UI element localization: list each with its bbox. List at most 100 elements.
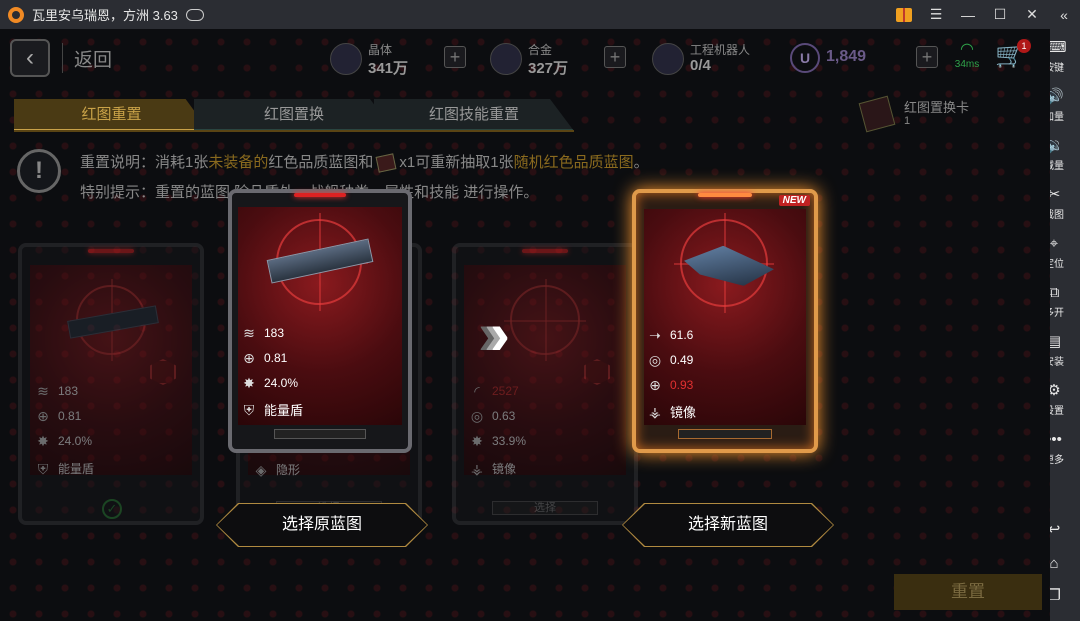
minimize-button[interactable]: — — [952, 0, 984, 29]
info-text: 。 — [633, 154, 649, 171]
shield-icon: ⛨ — [37, 460, 49, 477]
minimize-icon: — — [961, 6, 975, 23]
stealth-icon: ◈ — [255, 461, 267, 478]
hp-icon: ≋ — [37, 383, 49, 399]
tab-underline — [14, 130, 574, 132]
resource-value: 0/4 — [690, 57, 711, 74]
resource-name: 工程机器人 — [690, 43, 751, 57]
stat-crit: ✸ 33.9% — [468, 433, 526, 449]
stat-value: 0.81 — [264, 351, 288, 365]
menu-button[interactable]: ☰ — [920, 0, 952, 29]
resource-crystal: 晶体 341万 — [330, 39, 450, 79]
wifi-icon: ◠ — [960, 41, 974, 58]
close-icon: ✕ — [1026, 6, 1038, 22]
stat-value: 183 — [58, 384, 79, 398]
missile-icon: ✸ — [37, 433, 49, 449]
stat-value: 0.49 — [670, 353, 694, 367]
blueprint-card-icon — [858, 95, 896, 133]
stat-skill: ⛨ 能量盾 — [34, 460, 94, 477]
back-button[interactable]: ‹ — [10, 39, 50, 77]
stat-range: ◎ 0.63 — [468, 408, 515, 424]
arrow-right-icon: ➝ — [649, 327, 661, 343]
window-title: 瓦里安乌瑞恩，方洲 3.63 — [32, 8, 178, 23]
stat-speed: ◜ 2527 — [468, 383, 519, 399]
add-u-currency-button[interactable]: + — [916, 46, 938, 68]
tab-bar: 红图重置 红图置换 红图技能重置 — [14, 99, 574, 131]
card-rarity-bar — [88, 249, 134, 253]
tab-red-reset[interactable]: 红图重置 — [14, 99, 209, 131]
ping-value: 34ms — [954, 59, 980, 70]
stat-value: 镜像 — [492, 462, 517, 476]
emulator-titlebar: 瓦里安乌瑞恩，方洲 3.63 ☰ — ☐ ✕ « — [0, 0, 1080, 29]
info-highlight: 随机红色品质蓝图 — [513, 154, 634, 171]
stat-value: 24.0% — [58, 434, 93, 448]
select-new-button[interactable]: 选择新蓝图 — [622, 503, 834, 547]
crosshair-icon: ⊕ — [649, 377, 661, 393]
gear-ring-icon: ◎ — [648, 352, 662, 368]
card-rarity-bar — [698, 193, 752, 197]
stat-skill: ⚶ 镜像 — [646, 402, 696, 421]
swap-card-count: 1 — [904, 115, 911, 127]
robot-icon — [652, 43, 684, 75]
gamepad-icon[interactable] — [185, 8, 204, 21]
original-blueprint-card[interactable]: ≋ 183 ⊕ 0.81 ✸ 24.0% ⛨ 能量盾 — [228, 189, 412, 453]
card-face: ≋ 183 ⊕ 0.81 ✸ 24.0% ⛨ 能量盾 — [238, 207, 402, 425]
card-face: ◜ 2527 ◎ 0.63 ✸ 33.9% ⚶ 镜像 — [464, 265, 626, 477]
add-crystal-button[interactable]: + — [444, 46, 466, 68]
card-select-button[interactable]: 选择 — [492, 501, 598, 515]
collapse-sidebar-button[interactable]: « — [1048, 0, 1080, 29]
resource-robots: 工程机器人 0/4 — [652, 39, 772, 79]
swap-card-name: 红图置换卡 — [904, 100, 970, 115]
info-line-reset-rule: 重置说明：消耗1张未装备的红色品质蓝图和 x1可重新抽取1张随机红色品质蓝图。 — [80, 151, 649, 173]
stat-value: 0.93 — [670, 378, 694, 392]
stat-value: 能量盾 — [264, 403, 304, 418]
card-face: ➝ 61.6 ◎ 0.49 ⊕ 0.93 ⚶ 镜像 — [644, 209, 806, 425]
crystal-icon — [330, 43, 362, 75]
stat-range: ◎ 0.49 — [646, 352, 693, 368]
u-currency-value: 1,849 — [826, 48, 867, 65]
missile-icon: ✸ — [243, 375, 255, 391]
blueprint-card-background-left: ≋ 183 ⊕ 0.81 ✸ 24.0% ⛨ 能量盾 ✓ — [18, 243, 204, 525]
reset-button[interactable]: 重置 — [894, 574, 1042, 610]
reticle-icon — [504, 279, 586, 361]
stat-speed: ➝ 61.6 — [646, 327, 693, 343]
stat-accuracy: ⊕ 0.81 — [34, 408, 81, 424]
hamburger-icon: ☰ — [929, 6, 943, 22]
stat-value: 2527 — [492, 384, 519, 398]
network-status: ◠ 34ms — [950, 39, 984, 70]
card-face: ≋ 183 ⊕ 0.81 ✸ 24.0% ⛨ 能量盾 — [30, 265, 192, 477]
stat-value: 0.63 — [492, 409, 516, 423]
chevron-left-icon: ‹ — [26, 44, 34, 71]
add-alloy-button[interactable]: + — [604, 46, 626, 68]
tab-red-skill-reset[interactable]: 红图技能重置 — [374, 99, 574, 131]
mirror-icon: ⚶ — [471, 460, 483, 477]
resource-value: 327万 — [528, 60, 569, 77]
new-blueprint-card[interactable]: NEW ➝ 61.6 ◎ 0.49 ⊕ 0.93 ⚶ 镜像 — [632, 189, 818, 453]
crosshair-icon: ⊕ — [37, 408, 49, 424]
info-highlight: 未装备的 — [208, 154, 269, 171]
stat-skill: ◈ 隐形 — [252, 461, 300, 478]
stat-accuracy: ⊕ 0.93 — [646, 377, 693, 393]
double-chevron-left-icon: « — [1060, 6, 1068, 23]
resource-alloy: 合金 327万 — [490, 39, 610, 79]
maximize-button[interactable]: ☐ — [984, 0, 1016, 29]
select-original-button[interactable]: 选择原蓝图 — [216, 503, 428, 547]
info-text: 红色品质蓝图和 — [268, 154, 374, 171]
gift-button[interactable] — [888, 0, 920, 29]
resource-value: 341万 — [368, 60, 409, 77]
info-text: x1可重新抽取1张 — [399, 154, 514, 171]
cart-badge: 1 — [1017, 39, 1031, 53]
shop-cart-button[interactable]: 🛒 1 — [995, 39, 1031, 77]
blueprint-card-icon — [375, 153, 397, 173]
selected-check-icon: ✓ — [102, 499, 122, 519]
select-original-label: 选择原蓝图 — [217, 504, 427, 546]
stat-value: 镜像 — [670, 405, 697, 420]
select-new-label: 选择新蓝图 — [623, 504, 833, 546]
card-rarity-bar — [294, 193, 346, 197]
transform-arrows-icon: ››› — [478, 300, 510, 367]
close-button[interactable]: ✕ — [1016, 0, 1048, 29]
tab-red-swap[interactable]: 红图置换 — [194, 99, 394, 131]
stat-value: 隐形 — [276, 463, 301, 477]
rank-icon — [584, 359, 610, 385]
rank-icon — [150, 359, 176, 385]
